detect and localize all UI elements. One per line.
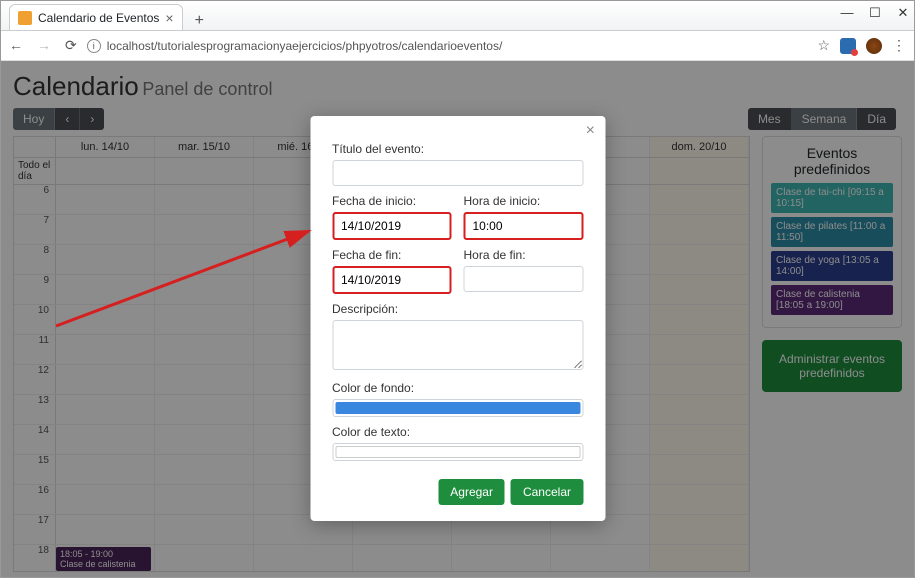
event-modal: × Título del evento: Fecha de inicio: Ho… [310, 116, 605, 521]
tab-title: Calendario de Eventos [38, 11, 159, 25]
bgcolor-label: Color de fondo: [332, 381, 583, 395]
browser-window: Calendario de Eventos × + — ☐ ✕ ← → ⟳ i … [0, 0, 915, 578]
start-date-label: Fecha de inicio: [332, 194, 452, 208]
title-input[interactable] [332, 160, 583, 186]
start-time-label: Hora de inicio: [464, 194, 584, 208]
textcolor-label: Color de texto: [332, 425, 583, 439]
browser-titlebar: Calendario de Eventos × + — ☐ ✕ [1, 1, 914, 31]
browser-toolbar: ← → ⟳ i localhost/tutorialesprogramacion… [1, 31, 914, 61]
end-date-input[interactable] [332, 266, 452, 294]
cancel-button[interactable]: Cancelar [511, 479, 583, 505]
browser-menu-icon[interactable]: ⋮ [892, 37, 906, 54]
window-close-icon[interactable]: ✕ [896, 5, 910, 21]
add-button[interactable]: Agregar [438, 479, 505, 505]
close-tab-icon[interactable]: × [165, 10, 173, 26]
url-bar[interactable]: i localhost/tutorialesprogramacionyaejer… [87, 39, 808, 53]
bookmark-star-icon[interactable]: ☆ [817, 37, 830, 54]
window-maximize-icon[interactable]: ☐ [868, 5, 882, 21]
new-tab-button[interactable]: + [189, 12, 210, 30]
favicon-icon [18, 11, 32, 25]
profile-avatar-icon[interactable] [866, 38, 882, 54]
start-time-input[interactable] [464, 212, 584, 240]
site-info-icon[interactable]: i [87, 39, 101, 53]
start-date-input[interactable] [332, 212, 452, 240]
end-time-input[interactable] [464, 266, 584, 292]
modal-close-icon[interactable]: × [586, 122, 595, 140]
url-text: localhost/tutorialesprogramacionyaejerci… [107, 39, 503, 53]
nav-forward-icon[interactable]: → [37, 37, 51, 54]
browser-tab[interactable]: Calendario de Eventos × [9, 4, 183, 30]
nav-back-icon[interactable]: ← [9, 37, 23, 54]
window-minimize-icon[interactable]: — [840, 5, 854, 21]
end-date-label: Fecha de fin: [332, 248, 452, 262]
textcolor-input[interactable] [332, 443, 583, 461]
title-label: Título del evento: [332, 142, 583, 156]
page-content: Calendario Panel de control Hoy ‹ › Mes … [1, 61, 914, 577]
extension-icon[interactable] [840, 38, 856, 54]
end-time-label: Hora de fin: [464, 248, 584, 262]
nav-reload-icon[interactable]: ⟳ [65, 37, 77, 54]
desc-label: Descripción: [332, 302, 583, 316]
desc-input[interactable] [332, 320, 583, 370]
bgcolor-input[interactable] [332, 399, 583, 417]
